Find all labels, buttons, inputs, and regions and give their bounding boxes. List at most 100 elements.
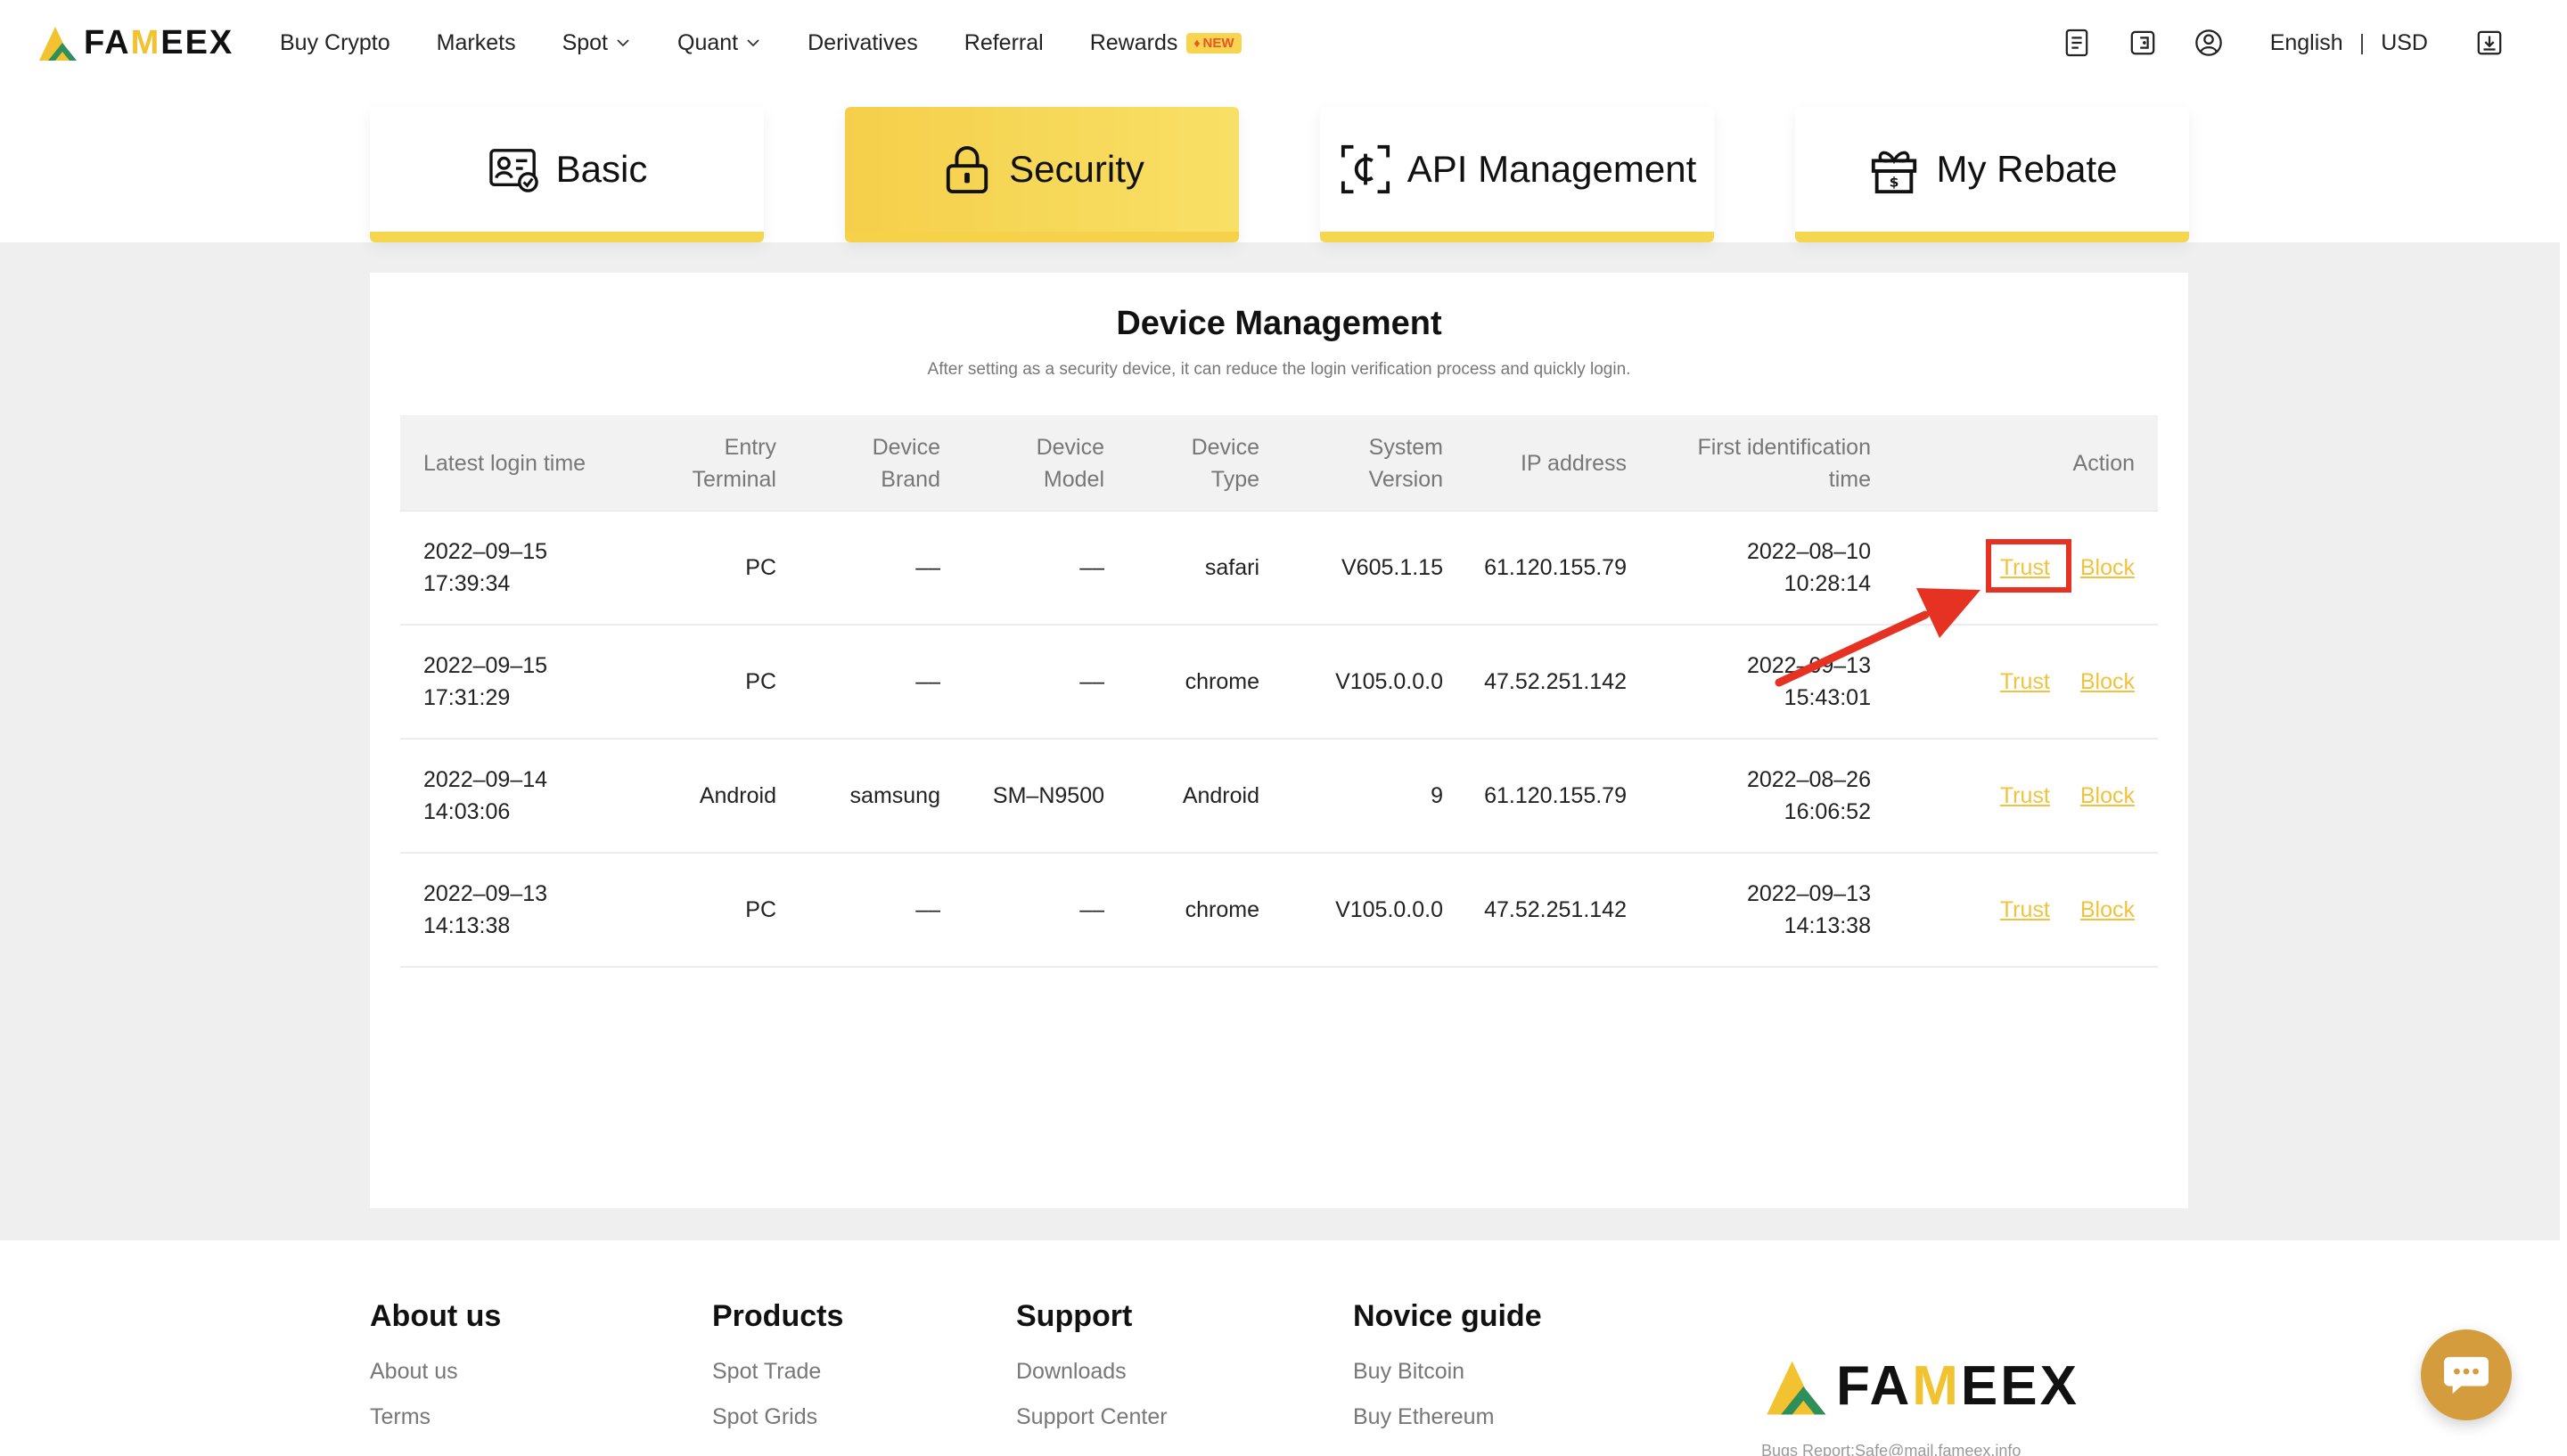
cell-first-identification: 2022–08–26 16:06:52: [1746, 767, 1871, 824]
trust-link[interactable]: Trust: [2000, 780, 2050, 812]
footer-logo[interactable]: FAMEEX: [1761, 1354, 2079, 1418]
cell-latest-login: 2022–09–15 17:39:34: [423, 539, 548, 596]
user-account-icon[interactable]: [2194, 28, 2224, 58]
svg-text:$: $: [1890, 174, 1899, 190]
cell-entry-terminal: PC: [745, 555, 776, 580]
cell-system-version: V105.0.0.0: [1335, 897, 1443, 922]
nav-spot[interactable]: Spot: [562, 30, 631, 56]
trust-link[interactable]: Trust: [2000, 666, 2050, 698]
header-first-identification: First identification time: [1697, 434, 1871, 492]
cell-action: Trust Block: [1871, 894, 2158, 926]
currency-label: USD: [2381, 29, 2428, 55]
trust-link[interactable]: Trust: [2000, 555, 2050, 580]
header-utilities: English | USD: [2026, 0, 2505, 86]
new-badge: ♦ NEW: [1186, 32, 1242, 53]
block-link[interactable]: Block: [2080, 552, 2135, 584]
cell-entry-terminal: PC: [745, 669, 776, 694]
bug-report-email[interactable]: Bugs Report:Safe@mail.fameex.info: [1761, 1442, 2021, 1456]
nav-referral[interactable]: Referral: [964, 30, 1044, 56]
logo-wordmark: FAMEEX: [84, 23, 234, 61]
cell-action: Trust Block: [1871, 780, 2158, 812]
nav-buy-crypto[interactable]: Buy Crypto: [280, 30, 390, 56]
footer-link-downloads[interactable]: Downloads: [1016, 1359, 1168, 1385]
nav-markets[interactable]: Markets: [437, 30, 516, 56]
cell-device-model: ––: [1079, 669, 1104, 694]
fameex-logo-mark-icon: [39, 27, 77, 61]
cell-ip-address: 47.52.251.142: [1484, 669, 1627, 694]
gift-icon: $: [1866, 142, 1922, 197]
tab-api-management[interactable]: API Management: [1320, 107, 1714, 242]
footer-link-buy-bitcoin[interactable]: Buy Bitcoin: [1353, 1359, 1542, 1385]
tab-my-rebate[interactable]: $ My Rebate: [1795, 107, 2189, 242]
main-menu: Buy Crypto Markets Spot Quant Derivative…: [280, 0, 1288, 86]
trust-link-wrapper: Trust: [1985, 539, 2071, 593]
table-row: 2022–09–15 17:31:29 PC –– –– chrome V105.…: [400, 626, 2158, 740]
nav-rewards[interactable]: Rewards ♦ NEW: [1090, 30, 1242, 56]
footer-novice-title: Novice guide: [1353, 1299, 1542, 1333]
block-link[interactable]: Block: [2080, 780, 2135, 812]
header-device-brand: Device Brand: [872, 434, 940, 492]
scrollbar-track[interactable]: [2560, 242, 2567, 1098]
cell-device-brand: ––: [915, 897, 940, 922]
cell-action: Trust Block: [1871, 539, 2158, 593]
footer-link-terms[interactable]: Terms: [370, 1404, 501, 1430]
cell-entry-terminal: Android: [699, 783, 776, 808]
table-row: 2022–09–14 14:03:06 Android samsung SM–N9…: [400, 740, 2158, 854]
footer-link-spot-grids[interactable]: Spot Grids: [712, 1404, 843, 1430]
header-ip-address: IP address: [1520, 450, 1627, 476]
cell-system-version: V105.0.0.0: [1335, 669, 1443, 694]
id-card-icon: [487, 142, 542, 197]
footer-logo-wordmark: FAMEEX: [1836, 1355, 2079, 1417]
header-device-model: Device Model: [1036, 434, 1104, 492]
language-currency-selector[interactable]: English | USD: [2270, 30, 2428, 56]
chevron-down-icon: [747, 39, 759, 47]
cell-device-model: ––: [1079, 897, 1104, 922]
wallet-icon[interactable]: [2128, 28, 2158, 58]
fameex-logo[interactable]: FAMEEX: [36, 23, 234, 62]
fameex-logo-mark-icon: [1767, 1361, 1826, 1415]
lock-icon: [939, 142, 995, 197]
chat-bubble-icon: [2444, 1356, 2489, 1395]
chevron-down-icon: [617, 39, 629, 47]
cell-device-model: ––: [1079, 555, 1104, 580]
block-link[interactable]: Block: [2080, 666, 2135, 698]
block-link[interactable]: Block: [2080, 894, 2135, 926]
trust-link[interactable]: Trust: [2000, 894, 2050, 926]
footer-support-title: Support: [1016, 1299, 1133, 1333]
cell-first-identification: 2022–09–13 14:13:38: [1746, 881, 1871, 938]
cell-ip-address: 61.120.155.79: [1484, 555, 1627, 580]
header-latest-login: Latest login time: [423, 450, 586, 476]
cell-device-brand: ––: [915, 555, 940, 580]
table-header: Latest login time Entry Terminal Device Br…: [400, 415, 2158, 511]
page-title: Device Management: [1116, 305, 1442, 342]
footer-about-column: About us About us Terms: [370, 1299, 501, 1450]
footer-link-support-center[interactable]: Support Center: [1016, 1404, 1168, 1430]
nav-quant[interactable]: Quant: [677, 30, 761, 56]
cell-device-type: chrome: [1185, 669, 1259, 694]
flame-icon: ♦: [1193, 36, 1201, 50]
tab-security[interactable]: Security: [845, 107, 1239, 242]
separator: |: [2358, 29, 2366, 55]
table-row: 2022–09–15 17:39:34 PC –– –– safari V605.…: [400, 511, 2158, 626]
nav-derivatives[interactable]: Derivatives: [808, 30, 918, 56]
api-scan-icon: [1338, 142, 1393, 197]
top-navigation: FAMEEX Buy Crypto Markets Spot Quant Der…: [0, 0, 2567, 86]
language-label: English: [2269, 29, 2343, 55]
orders-icon[interactable]: [2062, 28, 2092, 58]
header-action: Action: [2072, 450, 2135, 476]
footer-link-buy-ethereum[interactable]: Buy Ethereum: [1353, 1404, 1542, 1430]
device-management-card: Device Management After setting as a sec…: [370, 273, 2188, 1208]
page-subtitle: After setting as a security device, it c…: [927, 360, 1631, 379]
cell-entry-terminal: PC: [745, 897, 776, 922]
footer-link-spot-trade[interactable]: Spot Trade: [712, 1359, 843, 1385]
cell-first-identification: 2022–08–10 10:28:14: [1746, 539, 1871, 596]
tab-basic[interactable]: Basic: [370, 107, 764, 242]
footer-link-about-us[interactable]: About us: [370, 1359, 501, 1385]
download-icon[interactable]: [2474, 28, 2505, 58]
cell-ip-address: 47.52.251.142: [1484, 897, 1627, 922]
cell-device-brand: samsung: [849, 783, 940, 808]
device-table: Latest login time Entry Terminal Device Br…: [400, 415, 2158, 968]
cell-device-brand: ––: [915, 669, 940, 694]
chat-support-button[interactable]: [2421, 1329, 2512, 1420]
cell-system-version: V605.1.15: [1341, 555, 1443, 580]
